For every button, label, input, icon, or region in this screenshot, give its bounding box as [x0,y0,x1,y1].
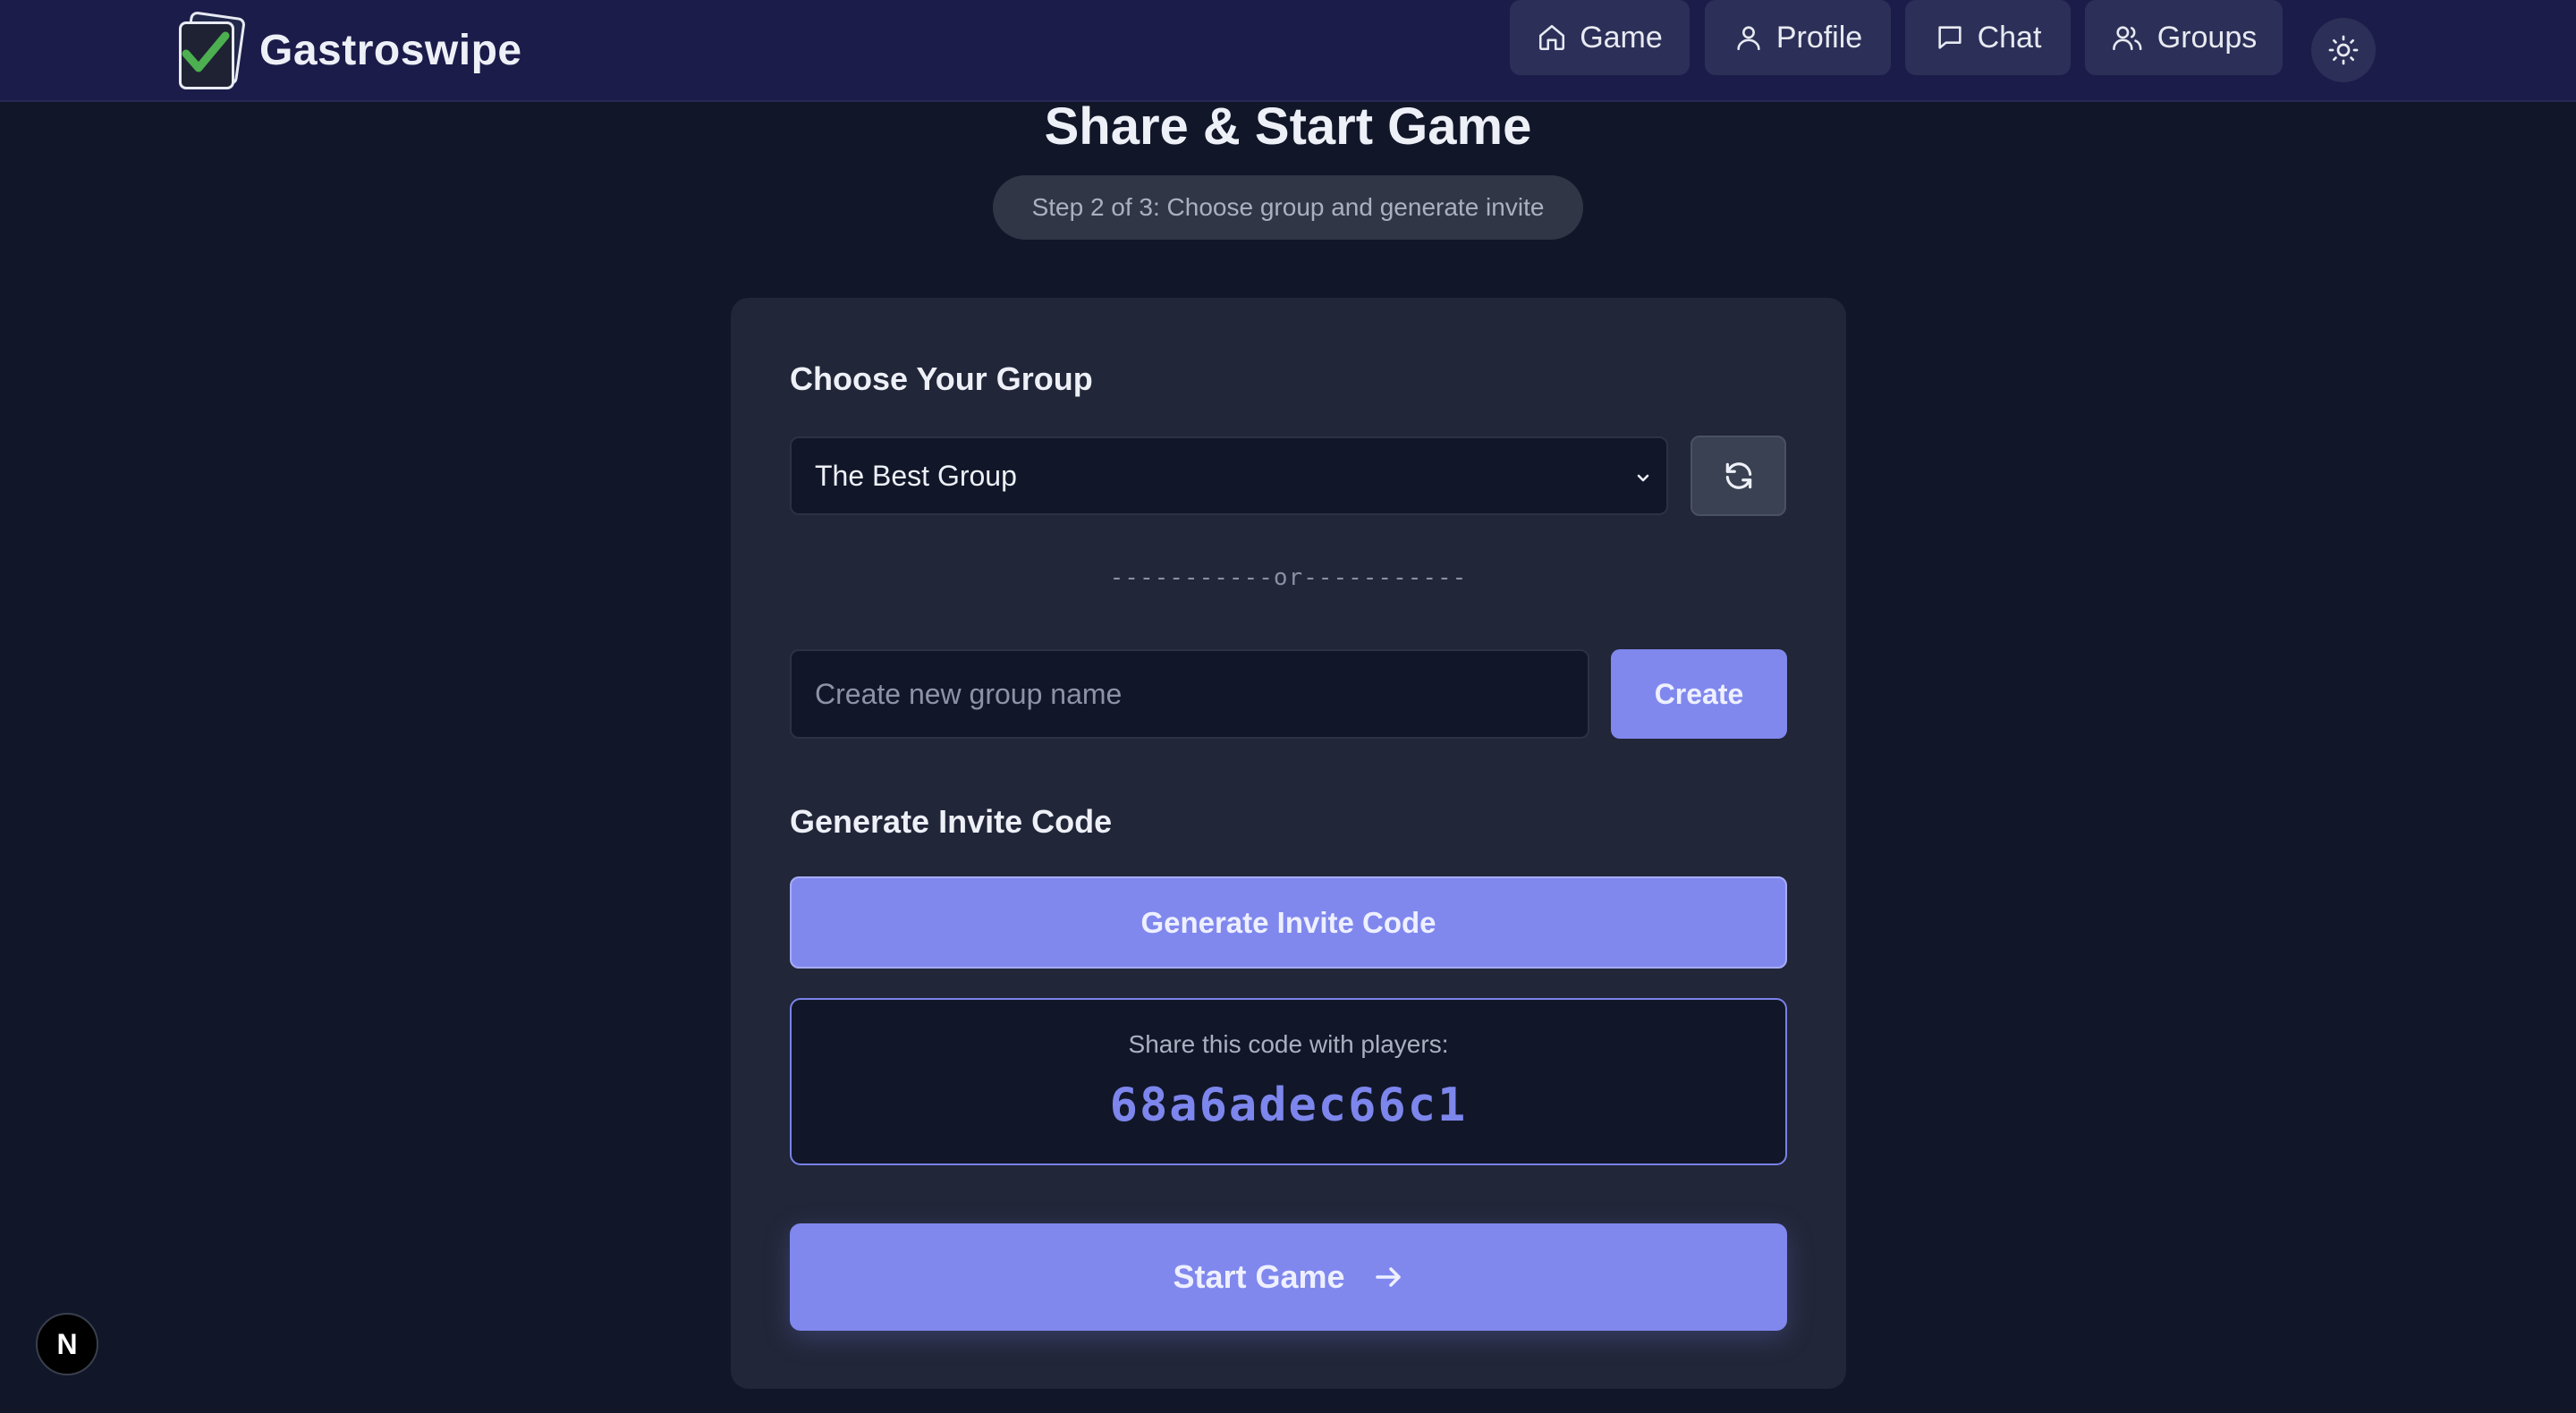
nav-item-game-label: Game [1580,20,1663,55]
refresh-groups-button[interactable] [1690,436,1786,516]
invite-code-heading: Generate Invite Code [790,803,1113,840]
nav-item-chat-label: Chat [1977,20,2042,55]
arrow-right-icon [1375,1267,1401,1287]
invite-code-caption: Share this code with players: [1128,1030,1449,1058]
nav-item-game[interactable]: Game [1510,0,1690,75]
create-group-button[interactable]: Create [1611,649,1787,739]
invite-code-box: Share this code with players: 68a6adec66… [790,998,1787,1165]
page: Gastroswipe Game Profile Chat Groups Sha… [0,0,2576,1413]
page-title: Share & Start Game [1044,97,1532,156]
nav-item-profile[interactable]: Profile [1705,0,1891,75]
chevron-down-icon [1637,474,1649,482]
share-card: Choose Your Group The Best Group -------… [731,298,1846,1389]
or-divider: -----------or----------- [1109,564,1468,591]
nextjs-badge-letter: N [56,1327,78,1360]
top-navigation-bar: Gastroswipe Game Profile Chat Groups [0,0,2576,102]
theme-toggle-button[interactable] [2311,18,2376,82]
invite-code-value[interactable]: 68a6adec66c1 [792,1079,1785,1132]
nav-item-chat[interactable]: Chat [1905,0,2071,75]
users-icon [2112,26,2142,51]
chat-icon [1937,26,1962,49]
nav-item-profile-label: Profile [1775,20,1863,55]
step-indicator: Step 2 of 3: Choose group and generate i… [993,175,1583,240]
nav-item-groups[interactable]: Groups [2085,0,2283,75]
home-icon [1539,24,1565,51]
user-icon [1737,26,1760,51]
choose-group-heading: Choose Your Group [790,360,1093,397]
refresh-icon [1725,462,1751,489]
brand[interactable]: Gastroswipe [177,11,522,89]
start-game-label: Start Game [1173,1258,1345,1295]
group-select-value: The Best Group [815,459,1017,492]
group-select[interactable]: The Best Group [790,436,1668,515]
app-name: Gastroswipe [259,26,522,74]
nextjs-badge[interactable]: N [36,1313,98,1375]
new-group-name-input[interactable] [790,649,1589,739]
app-logo-icon [177,11,246,89]
nav-item-groups-label: Groups [2157,20,2258,55]
generate-invite-code-button[interactable]: Generate Invite Code [790,876,1787,969]
start-game-button[interactable]: Start Game [790,1223,1787,1331]
sun-icon [2328,35,2359,65]
